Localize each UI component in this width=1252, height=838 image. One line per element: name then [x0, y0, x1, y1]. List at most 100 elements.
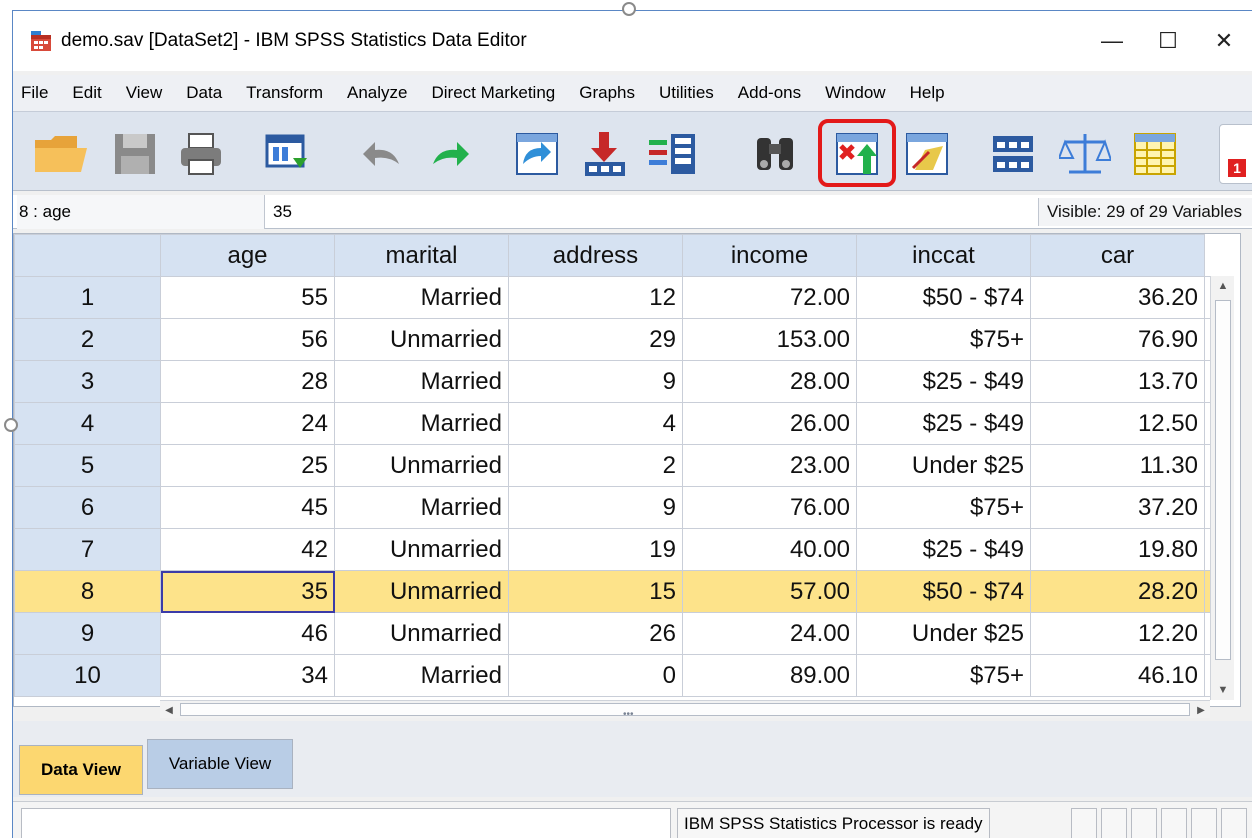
redo-icon[interactable]	[427, 130, 475, 178]
menu-edit[interactable]: Edit	[60, 83, 113, 103]
cell-inccat[interactable]: $50 - $74	[856, 276, 1031, 319]
menu-help[interactable]: Help	[898, 83, 957, 103]
tab-variable-view[interactable]: Variable View	[147, 739, 293, 789]
menu-utilities[interactable]: Utilities	[647, 83, 726, 103]
cell-marital[interactable]: Married	[334, 402, 509, 445]
column-header-inccat[interactable]: inccat	[856, 234, 1031, 277]
find-icon[interactable]	[751, 130, 799, 178]
cell-income[interactable]: 153.00	[682, 318, 857, 361]
menu-analyze[interactable]: Analyze	[335, 83, 419, 103]
cell-car[interactable]: 46.10	[1030, 654, 1205, 697]
cell-income[interactable]: 76.00	[682, 486, 857, 529]
column-header-age[interactable]: age	[160, 234, 335, 277]
cell-car[interactable]: 12.20	[1030, 612, 1205, 655]
pane-splitter-icon[interactable]: •••	[623, 709, 634, 720]
resize-handle-top[interactable]	[622, 2, 636, 16]
cell-address[interactable]: 15	[508, 570, 683, 613]
scroll-right-icon[interactable]: ▶	[1192, 701, 1210, 719]
menu-file[interactable]: File	[13, 83, 60, 103]
column-header-income[interactable]: income	[682, 234, 857, 277]
scroll-up-icon[interactable]: ▲	[1211, 276, 1235, 296]
cell-income[interactable]: 26.00	[682, 402, 857, 445]
weight-cases-icon[interactable]	[1057, 130, 1113, 178]
cell-marital[interactable]: Married	[334, 276, 509, 319]
cell-income[interactable]: 89.00	[682, 654, 857, 697]
row-header[interactable]: 3	[14, 360, 161, 403]
cell-car[interactable]: 11.30	[1030, 444, 1205, 487]
cell-marital[interactable]: Unmarried	[334, 612, 509, 655]
row-header[interactable]: 4	[14, 402, 161, 445]
vertical-scroll-thumb[interactable]	[1215, 300, 1231, 660]
menu-transform[interactable]: Transform	[234, 83, 335, 103]
cell-address[interactable]: 29	[508, 318, 683, 361]
cell-address[interactable]: 26	[508, 612, 683, 655]
row-header[interactable]: 6	[14, 486, 161, 529]
variables-icon[interactable]	[647, 130, 695, 178]
cell-inccat[interactable]: $75+	[856, 486, 1031, 529]
go-to-case-icon[interactable]	[513, 130, 561, 178]
cell-age[interactable]: 28	[160, 360, 335, 403]
horizontal-scroll-thumb[interactable]	[180, 703, 1190, 716]
row-header[interactable]: 1	[14, 276, 161, 319]
cell-car[interactable]: 28.20	[1030, 570, 1205, 613]
cell-age[interactable]: 24	[160, 402, 335, 445]
cell-car[interactable]: 76.90	[1030, 318, 1205, 361]
cell-age[interactable]: 46	[160, 612, 335, 655]
cell-car[interactable]: 19.80	[1030, 528, 1205, 571]
close-button[interactable]: ✕	[1196, 11, 1252, 71]
cell-income[interactable]: 57.00	[682, 570, 857, 613]
cell-inccat[interactable]: $75+	[856, 654, 1031, 697]
scroll-left-icon[interactable]: ◀	[160, 701, 178, 719]
cell-value-input[interactable]: 35	[273, 195, 292, 229]
menu-data[interactable]: Data	[174, 83, 234, 103]
cell-income[interactable]: 40.00	[682, 528, 857, 571]
cell-income[interactable]: 24.00	[682, 612, 857, 655]
cell-address[interactable]: 9	[508, 486, 683, 529]
cell-address[interactable]: 4	[508, 402, 683, 445]
row-header[interactable]: 9	[14, 612, 161, 655]
vertical-scrollbar[interactable]: ▲ ▼	[1210, 276, 1234, 700]
horizontal-scrollbar[interactable]: ◀ ▶	[160, 700, 1210, 718]
cell-income[interactable]: 72.00	[682, 276, 857, 319]
cell-inccat[interactable]: $50 - $74	[856, 570, 1031, 613]
title-bar[interactable]: demo.sav [DataSet2] - IBM SPSS Statistic…	[13, 11, 1252, 71]
cell-marital[interactable]: Married	[334, 654, 509, 697]
go-to-variable-icon[interactable]	[581, 130, 629, 178]
cell-age[interactable]: 45	[160, 486, 335, 529]
cell-age[interactable]: 56	[160, 318, 335, 361]
cell-age[interactable]: 25	[160, 444, 335, 487]
cell-address[interactable]: 19	[508, 528, 683, 571]
cell-inccat[interactable]: $25 - $49	[856, 528, 1031, 571]
split-file-icon[interactable]	[989, 130, 1037, 178]
row-header[interactable]: 10	[14, 654, 161, 697]
undo-icon[interactable]	[357, 130, 405, 178]
menu-view[interactable]: View	[114, 83, 175, 103]
cell-address[interactable]: 2	[508, 444, 683, 487]
cell-age[interactable]: 55	[160, 276, 335, 319]
menu-graphs[interactable]: Graphs	[567, 83, 647, 103]
cell-age[interactable]: 42	[160, 528, 335, 571]
cell-inccat[interactable]: $25 - $49	[856, 402, 1031, 445]
cell-age[interactable]: 35	[160, 570, 335, 613]
cell-inccat[interactable]: Under $25	[856, 612, 1031, 655]
cell-inccat[interactable]: $25 - $49	[856, 360, 1031, 403]
resize-handle-left[interactable]	[4, 418, 18, 432]
open-folder-icon[interactable]	[33, 130, 87, 178]
cell-income[interactable]: 23.00	[682, 444, 857, 487]
cell-inccat[interactable]: Under $25	[856, 444, 1031, 487]
cell-marital[interactable]: Unmarried	[334, 528, 509, 571]
cell-marital[interactable]: Married	[334, 486, 509, 529]
column-header-marital[interactable]: marital	[334, 234, 509, 277]
cell-marital[interactable]: Unmarried	[334, 318, 509, 361]
tab-data-view[interactable]: Data View	[19, 745, 143, 795]
cell-marital[interactable]: Married	[334, 360, 509, 403]
row-header[interactable]: 8	[14, 570, 161, 613]
cell-car[interactable]: 37.20	[1030, 486, 1205, 529]
menu-add-ons[interactable]: Add-ons	[726, 83, 813, 103]
cell-car[interactable]: 12.50	[1030, 402, 1205, 445]
maximize-button[interactable]: ☐	[1140, 11, 1196, 71]
dialog-recall-icon[interactable]	[263, 130, 311, 178]
menu-window[interactable]: Window	[813, 83, 897, 103]
cell-address[interactable]: 12	[508, 276, 683, 319]
row-header[interactable]: 7	[14, 528, 161, 571]
